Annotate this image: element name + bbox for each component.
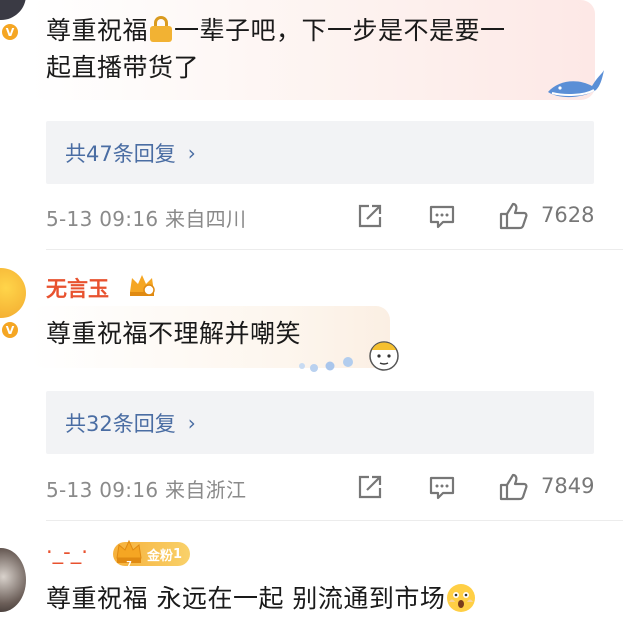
username[interactable]: ·_-_· bbox=[46, 540, 88, 564]
svg-text:7: 7 bbox=[126, 560, 132, 568]
fan-medal-icon: 7 bbox=[116, 539, 142, 568]
avatar[interactable] bbox=[0, 548, 26, 612]
comment-3: ·_-_· 7 金粉 1 尊重祝福 永远在一起 别流通到市场 bbox=[0, 0, 623, 633]
comment-text: 尊重祝福 永远在一起 别流通到市场 bbox=[46, 580, 476, 617]
fan-badge: 7 金粉 1 bbox=[113, 539, 191, 568]
fan-badge-label: 金粉 bbox=[147, 548, 174, 564]
scared-face-emoji bbox=[447, 584, 476, 612]
comment-text-part: 尊重祝福 永远在一起 别流通到市场 bbox=[46, 584, 446, 613]
fan-badge-level: 1 bbox=[173, 546, 183, 562]
